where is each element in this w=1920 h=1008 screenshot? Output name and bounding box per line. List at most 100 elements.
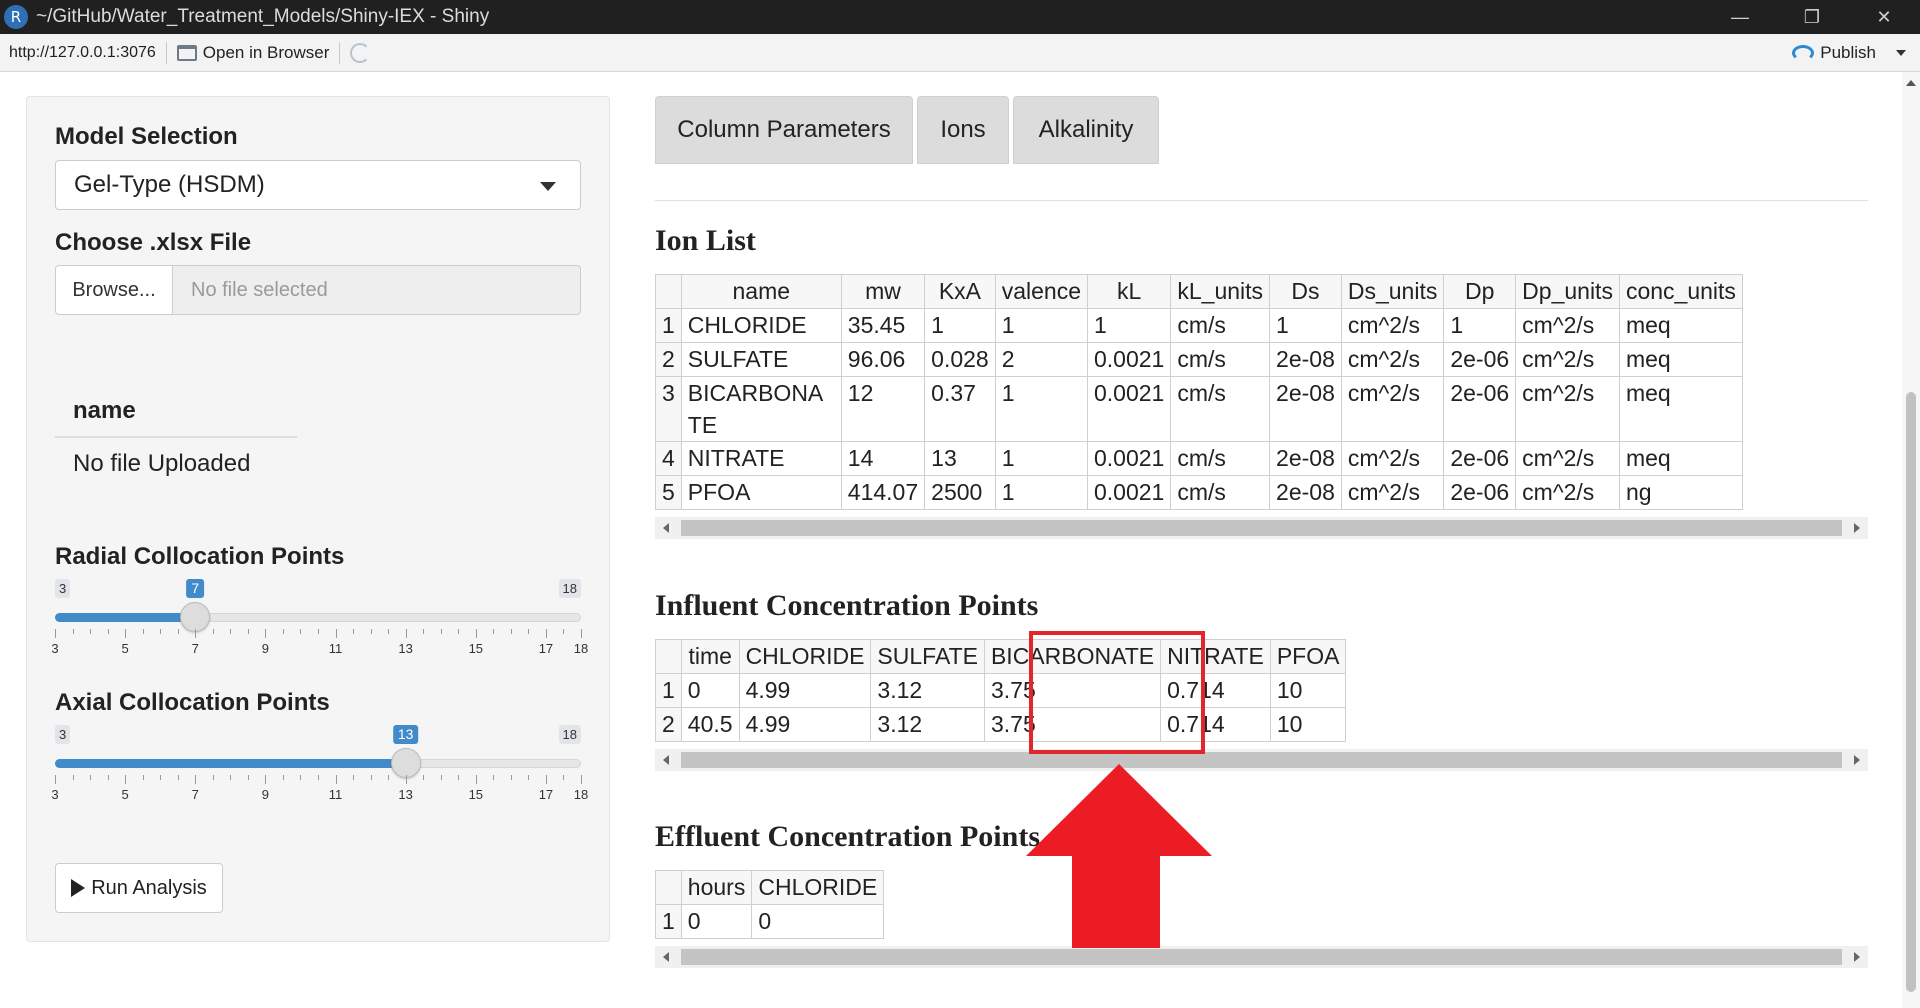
page-scrollbar-thumb[interactable] bbox=[1906, 392, 1916, 992]
slider-tick-label: 9 bbox=[261, 641, 270, 656]
slider-tick bbox=[440, 775, 442, 780]
table-cell: ng bbox=[1618, 475, 1743, 510]
table-row: 2 40.5 4.99 3.12 3.75 0.714 10 bbox=[655, 707, 1347, 742]
slider-tick bbox=[300, 775, 302, 780]
browse-button[interactable]: Browse... bbox=[55, 265, 173, 315]
tab-column-parameters[interactable]: Column Parameters bbox=[655, 96, 913, 164]
effluent-table-scrollbar[interactable] bbox=[655, 946, 1868, 968]
scroll-right-icon[interactable] bbox=[1854, 523, 1860, 533]
table-cell: 1 bbox=[994, 376, 1089, 442]
file-input: Browse... No file selected bbox=[55, 265, 581, 315]
effluent-title: Effluent Concentration Points bbox=[655, 820, 1040, 853]
slider-tick bbox=[563, 629, 565, 634]
slider-tick bbox=[282, 775, 284, 780]
model-select[interactable]: Gel-Type (HSDM) bbox=[55, 160, 581, 210]
scrollbar-thumb[interactable] bbox=[681, 520, 1842, 536]
table-cell: cm^2/s bbox=[1340, 376, 1445, 442]
slider-tick-label: 18 bbox=[573, 787, 589, 802]
table-cell: 0 bbox=[680, 673, 740, 708]
slider-tick bbox=[493, 775, 495, 780]
slider-tick-label: 11 bbox=[328, 641, 343, 656]
row-number: 1 bbox=[655, 308, 682, 343]
slider-tick bbox=[318, 629, 319, 634]
model-select-value: Gel-Type (HSDM) bbox=[74, 171, 265, 198]
open-in-browser-button[interactable]: Open in Browser bbox=[176, 43, 329, 63]
slider-tick bbox=[581, 629, 582, 638]
scroll-left-icon[interactable] bbox=[663, 523, 669, 533]
slider-tick bbox=[493, 629, 495, 634]
url-display: http://127.0.0.1:3076 bbox=[9, 43, 156, 61]
row-number-header bbox=[655, 274, 682, 309]
tab-bar: Column Parameters Ions Alkalinity bbox=[655, 96, 1159, 164]
table-cell: 414.07 bbox=[840, 475, 926, 510]
slider-tick-label: 7 bbox=[191, 787, 199, 802]
table-cell: cm^2/s bbox=[1340, 308, 1445, 343]
scroll-right-icon[interactable] bbox=[1854, 755, 1860, 765]
scroll-left-icon[interactable] bbox=[663, 755, 669, 765]
axial-points-slider[interactable]: 3 18 13 3 5 7 9 11 13 15 17 18 bbox=[51, 725, 588, 835]
table-cell: 2e-08 bbox=[1269, 376, 1342, 442]
run-analysis-button[interactable]: Run Analysis bbox=[55, 863, 223, 913]
slider-max-label: 18 bbox=[558, 579, 581, 598]
table-cell: 0.37 bbox=[924, 376, 996, 442]
table-cell: CHLORIDE bbox=[680, 308, 842, 343]
radial-points-slider[interactable]: 3 18 7 3 5 7 9 11 13 15 17 18 bbox=[51, 579, 588, 689]
table-cell: cm/s bbox=[1170, 342, 1271, 377]
slider-tick bbox=[230, 629, 232, 634]
influent-table: time CHLORIDE SULFATE BICARBONATE NITRATE PFO… bbox=[655, 639, 1347, 742]
table-row: 4 NITRATE 14 13 1 0.0021 cm/s 2e-08 cm^2/s 2e-06 c… bbox=[655, 441, 1743, 476]
table-cell: 1 bbox=[994, 441, 1089, 476]
slider-fill bbox=[55, 759, 406, 768]
column-header: conc_units bbox=[1618, 274, 1743, 309]
slider-tick bbox=[90, 629, 92, 634]
slider-tick-label: 17 bbox=[538, 641, 554, 656]
chevron-down-icon[interactable] bbox=[1896, 50, 1906, 56]
slider-tick-label: 7 bbox=[191, 641, 199, 656]
table-cell: 3.12 bbox=[870, 707, 985, 742]
slider-handle[interactable] bbox=[390, 748, 421, 778]
minimize-button[interactable]: — bbox=[1704, 0, 1776, 34]
table-row: 2 SULFATE 96.06 0.028 2 0.0021 cm/s 2e-08 cm^2/s… bbox=[655, 342, 1743, 377]
scrollbar-thumb[interactable] bbox=[681, 949, 1842, 965]
slider-handle[interactable] bbox=[180, 602, 211, 632]
file-name-field[interactable]: No file selected bbox=[173, 265, 581, 315]
column-header: CHLORIDE bbox=[738, 639, 872, 674]
scrollbar-thumb[interactable] bbox=[681, 752, 1842, 768]
scroll-right-icon[interactable] bbox=[1854, 952, 1860, 962]
slider-value-label: 13 bbox=[392, 725, 419, 744]
play-icon bbox=[71, 879, 86, 897]
table-cell: 10 bbox=[1269, 707, 1347, 742]
refresh-icon[interactable] bbox=[350, 42, 371, 63]
slider-tick-label: 5 bbox=[121, 641, 129, 656]
slider-tick bbox=[510, 775, 512, 780]
influent-table-scrollbar[interactable] bbox=[655, 749, 1868, 771]
table-cell: 14 bbox=[840, 441, 926, 476]
table-cell: cm^2/s bbox=[1515, 475, 1620, 510]
slider-tick bbox=[423, 775, 425, 780]
table-cell: 2 bbox=[994, 342, 1089, 377]
restore-button[interactable]: ❐ bbox=[1776, 0, 1848, 34]
tab-ions[interactable]: Ions bbox=[917, 96, 1009, 164]
slider-tick-label: 13 bbox=[398, 641, 413, 656]
slider-tick bbox=[195, 629, 197, 638]
ion-table-scrollbar[interactable] bbox=[655, 517, 1868, 539]
slider-tick bbox=[282, 629, 284, 634]
scroll-left-icon[interactable] bbox=[663, 952, 669, 962]
slider-tick bbox=[265, 775, 267, 784]
table-cell: 1 bbox=[994, 308, 1089, 343]
slider-tick bbox=[440, 629, 442, 634]
publish-button[interactable]: Publish bbox=[1792, 34, 1906, 72]
close-button[interactable]: ✕ bbox=[1848, 0, 1920, 34]
table-cell: 96.06 bbox=[840, 342, 926, 377]
slider-tick-label: 17 bbox=[538, 787, 554, 802]
scroll-up-icon[interactable] bbox=[1906, 80, 1916, 86]
table-cell: 1 bbox=[994, 475, 1089, 510]
toolbar-divider bbox=[165, 41, 167, 64]
slider-tick-label: 13 bbox=[398, 787, 413, 802]
row-number-header bbox=[655, 639, 682, 674]
slider-tick-label: 11 bbox=[328, 787, 343, 802]
tab-alkalinity[interactable]: Alkalinity bbox=[1013, 96, 1159, 164]
tab-content-divider bbox=[655, 200, 1868, 201]
slider-tick bbox=[72, 629, 74, 634]
page-scrollbar[interactable] bbox=[1902, 72, 1920, 1008]
